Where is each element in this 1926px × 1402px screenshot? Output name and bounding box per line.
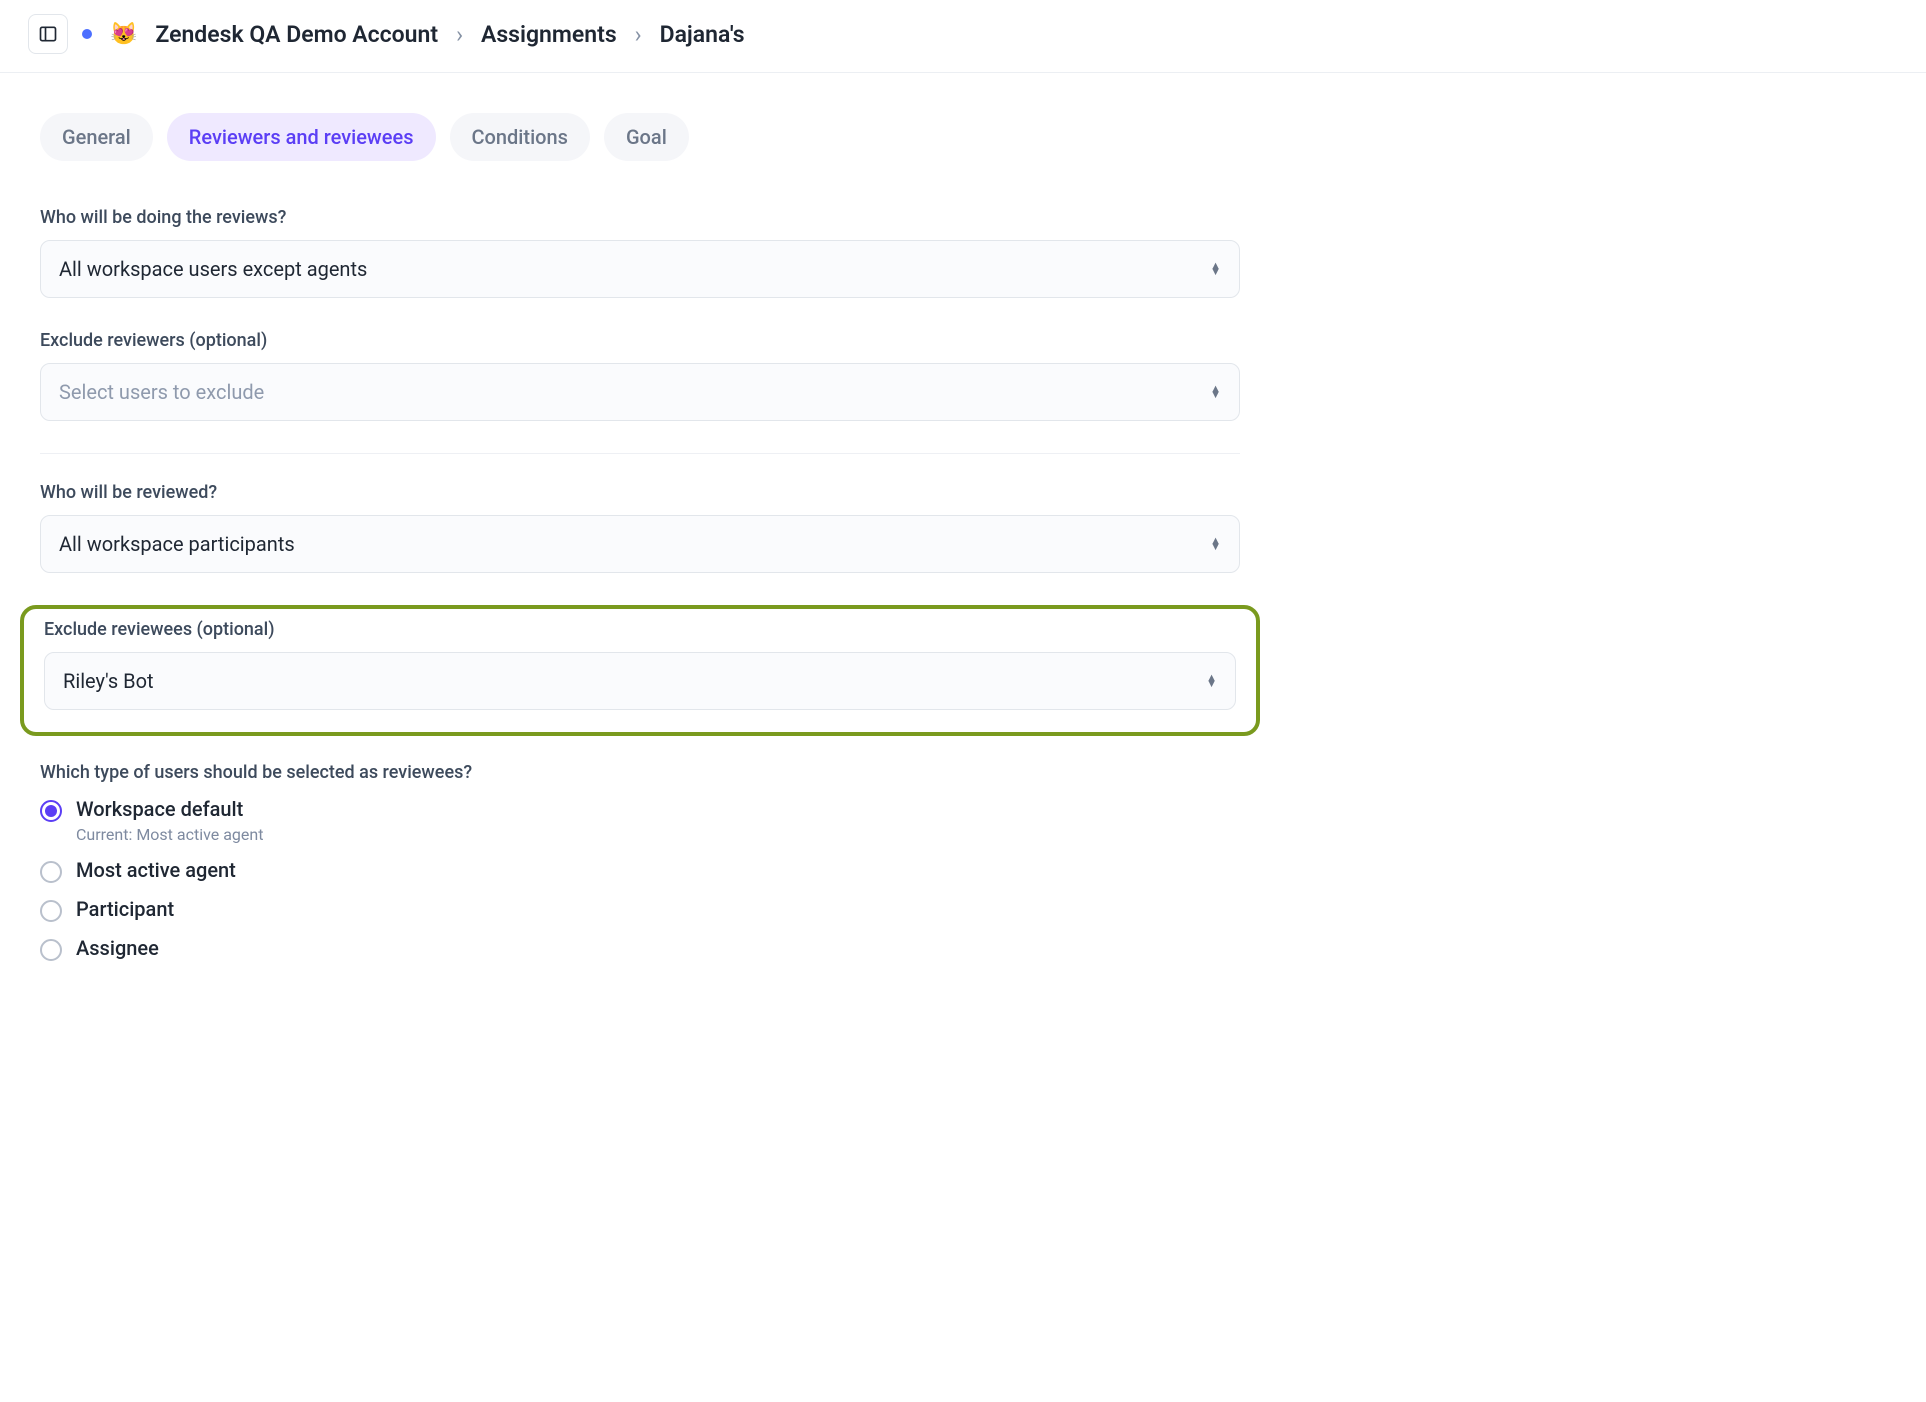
radio-label: Most active agent [76, 858, 236, 882]
reviewee-type-label: Which type of users should be selected a… [40, 762, 1240, 783]
select-chevrons-icon: ▲▼ [1210, 386, 1221, 398]
content: General Reviewers and reviewees Conditio… [0, 73, 1280, 1035]
radio-input[interactable] [40, 800, 62, 822]
reviewers-label: Who will be doing the reviews? [40, 207, 1240, 228]
breadcrumb-item: Dajana's [660, 21, 745, 48]
reviewers-select-value: All workspace users except agents [59, 257, 367, 281]
exclude-reviewees-value: Riley's Bot [63, 669, 154, 693]
radio-input[interactable] [40, 939, 62, 961]
select-chevrons-icon: ▲▼ [1206, 675, 1217, 687]
radio-sublabel: Current: Most active agent [76, 825, 263, 844]
exclude-reviewers-select[interactable]: Select users to exclude ▲▼ [40, 363, 1240, 421]
exclude-reviewers-placeholder: Select users to exclude [59, 380, 264, 404]
tab-general[interactable]: General [40, 113, 153, 161]
topbar: 😻 Zendesk QA Demo Account › Assignments … [0, 0, 1926, 73]
radio-label: Assignee [76, 936, 159, 960]
breadcrumb: 😻 Zendesk QA Demo Account › Assignments … [82, 21, 745, 48]
tab-conditions[interactable]: Conditions [450, 113, 590, 161]
radio-label: Workspace default [76, 797, 263, 821]
exclude-reviewees-highlight: Exclude reviewees (optional) Riley's Bot… [20, 605, 1260, 736]
section-divider [40, 453, 1240, 454]
exclude-reviewers-label: Exclude reviewers (optional) [40, 330, 1240, 351]
sidebar-toggle-button[interactable] [28, 14, 68, 54]
chevron-right-icon: › [456, 21, 463, 48]
reviewees-label: Who will be reviewed? [40, 482, 1240, 503]
select-chevrons-icon: ▲▼ [1210, 263, 1221, 275]
breadcrumb-account[interactable]: Zendesk QA Demo Account [155, 21, 438, 48]
breadcrumb-section[interactable]: Assignments [481, 21, 617, 48]
radio-input[interactable] [40, 861, 62, 883]
account-emoji-icon: 😻 [110, 22, 137, 47]
tab-goal[interactable]: Goal [604, 113, 689, 161]
select-chevrons-icon: ▲▼ [1210, 538, 1221, 550]
exclude-reviewees-select[interactable]: Riley's Bot ▲▼ [44, 652, 1236, 710]
radio-participant[interactable]: Participant [40, 897, 1240, 922]
panel-left-icon [38, 24, 58, 44]
radio-workspace-default[interactable]: Workspace default Current: Most active a… [40, 797, 1240, 844]
radio-input[interactable] [40, 900, 62, 922]
reviewees-select-value: All workspace participants [59, 532, 295, 556]
reviewers-select[interactable]: All workspace users except agents ▲▼ [40, 240, 1240, 298]
radio-most-active-agent[interactable]: Most active agent [40, 858, 1240, 883]
tabs: General Reviewers and reviewees Conditio… [40, 113, 1240, 161]
exclude-reviewees-label: Exclude reviewees (optional) [44, 619, 1236, 640]
reviewees-select[interactable]: All workspace participants ▲▼ [40, 515, 1240, 573]
chevron-right-icon: › [635, 21, 642, 48]
tab-reviewers-and-reviewees[interactable]: Reviewers and reviewees [167, 113, 436, 161]
radio-label: Participant [76, 897, 174, 921]
status-dot-icon [82, 29, 92, 39]
radio-assignee[interactable]: Assignee [40, 936, 1240, 961]
